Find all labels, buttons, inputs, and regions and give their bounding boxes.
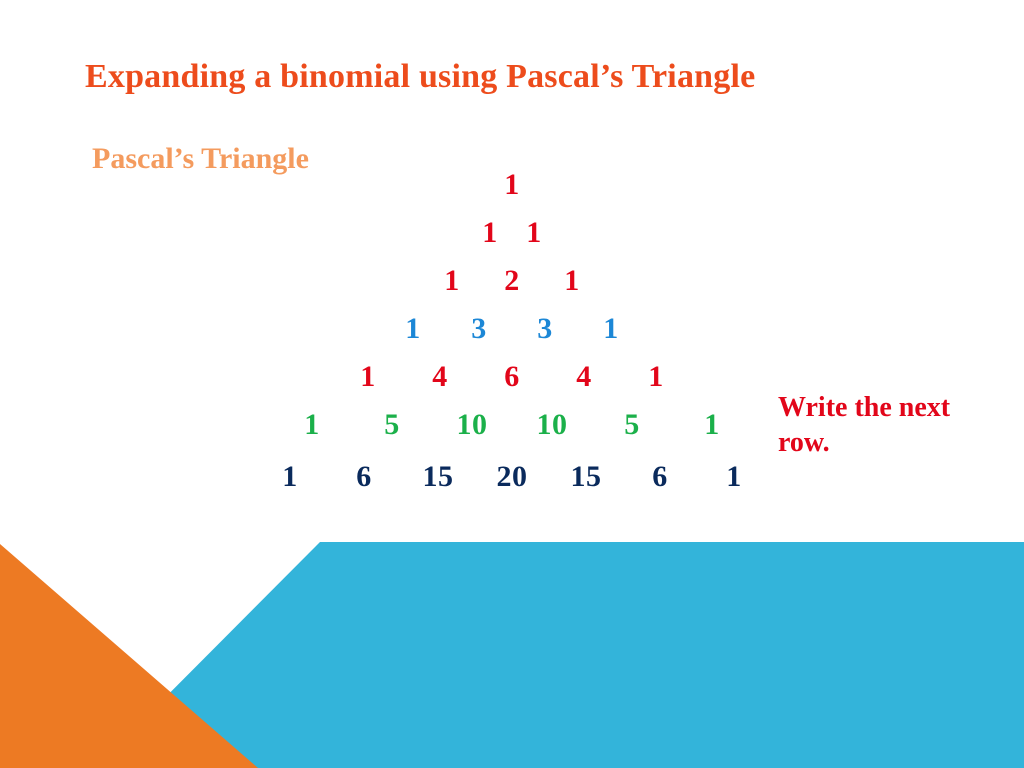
triangle-row: 14641 xyxy=(0,362,1024,392)
triangle-cell: 6 xyxy=(327,462,401,492)
triangle-row: 11 xyxy=(0,218,1024,248)
triangle-cell: 1 xyxy=(494,170,530,200)
triangle-cell: 3 xyxy=(512,314,578,344)
triangle-cell: 4 xyxy=(548,362,620,392)
triangle-cell: 10 xyxy=(432,410,512,440)
triangle-row: 1331 xyxy=(0,314,1024,344)
triangle-cell: 6 xyxy=(476,362,548,392)
triangle-row: 1 xyxy=(0,170,1024,200)
instruction-note: Write the next row. xyxy=(778,390,958,460)
triangle-cell: 1 xyxy=(620,362,692,392)
triangle-row: 1615201561 xyxy=(0,462,1024,492)
triangle-cell: 10 xyxy=(512,410,592,440)
triangle-cell: 1 xyxy=(253,462,327,492)
triangle-cell: 5 xyxy=(592,410,672,440)
triangle-cell: 15 xyxy=(401,462,475,492)
triangle-cell: 1 xyxy=(468,218,512,248)
triangle-cell: 1 xyxy=(422,266,482,296)
triangle-cell: 1 xyxy=(512,218,556,248)
triangle-cell: 1 xyxy=(697,462,771,492)
triangle-cell: 1 xyxy=(272,410,352,440)
triangle-cell: 4 xyxy=(404,362,476,392)
triangle-cell: 20 xyxy=(475,462,549,492)
triangle-cell: 1 xyxy=(542,266,602,296)
triangle-cell: 1 xyxy=(578,314,644,344)
slide-footer-decoration xyxy=(0,542,1024,768)
triangle-row: 121 xyxy=(0,266,1024,296)
triangle-cell: 1 xyxy=(380,314,446,344)
footer-shapes-icon xyxy=(0,542,1024,768)
triangle-cell: 6 xyxy=(623,462,697,492)
triangle-cell: 1 xyxy=(672,410,752,440)
slide-title: Expanding a binomial using Pascal’s Tria… xyxy=(85,58,755,96)
triangle-cell: 15 xyxy=(549,462,623,492)
triangle-cell: 2 xyxy=(482,266,542,296)
triangle-cell: 1 xyxy=(332,362,404,392)
triangle-cell: 5 xyxy=(352,410,432,440)
triangle-cell: 3 xyxy=(446,314,512,344)
